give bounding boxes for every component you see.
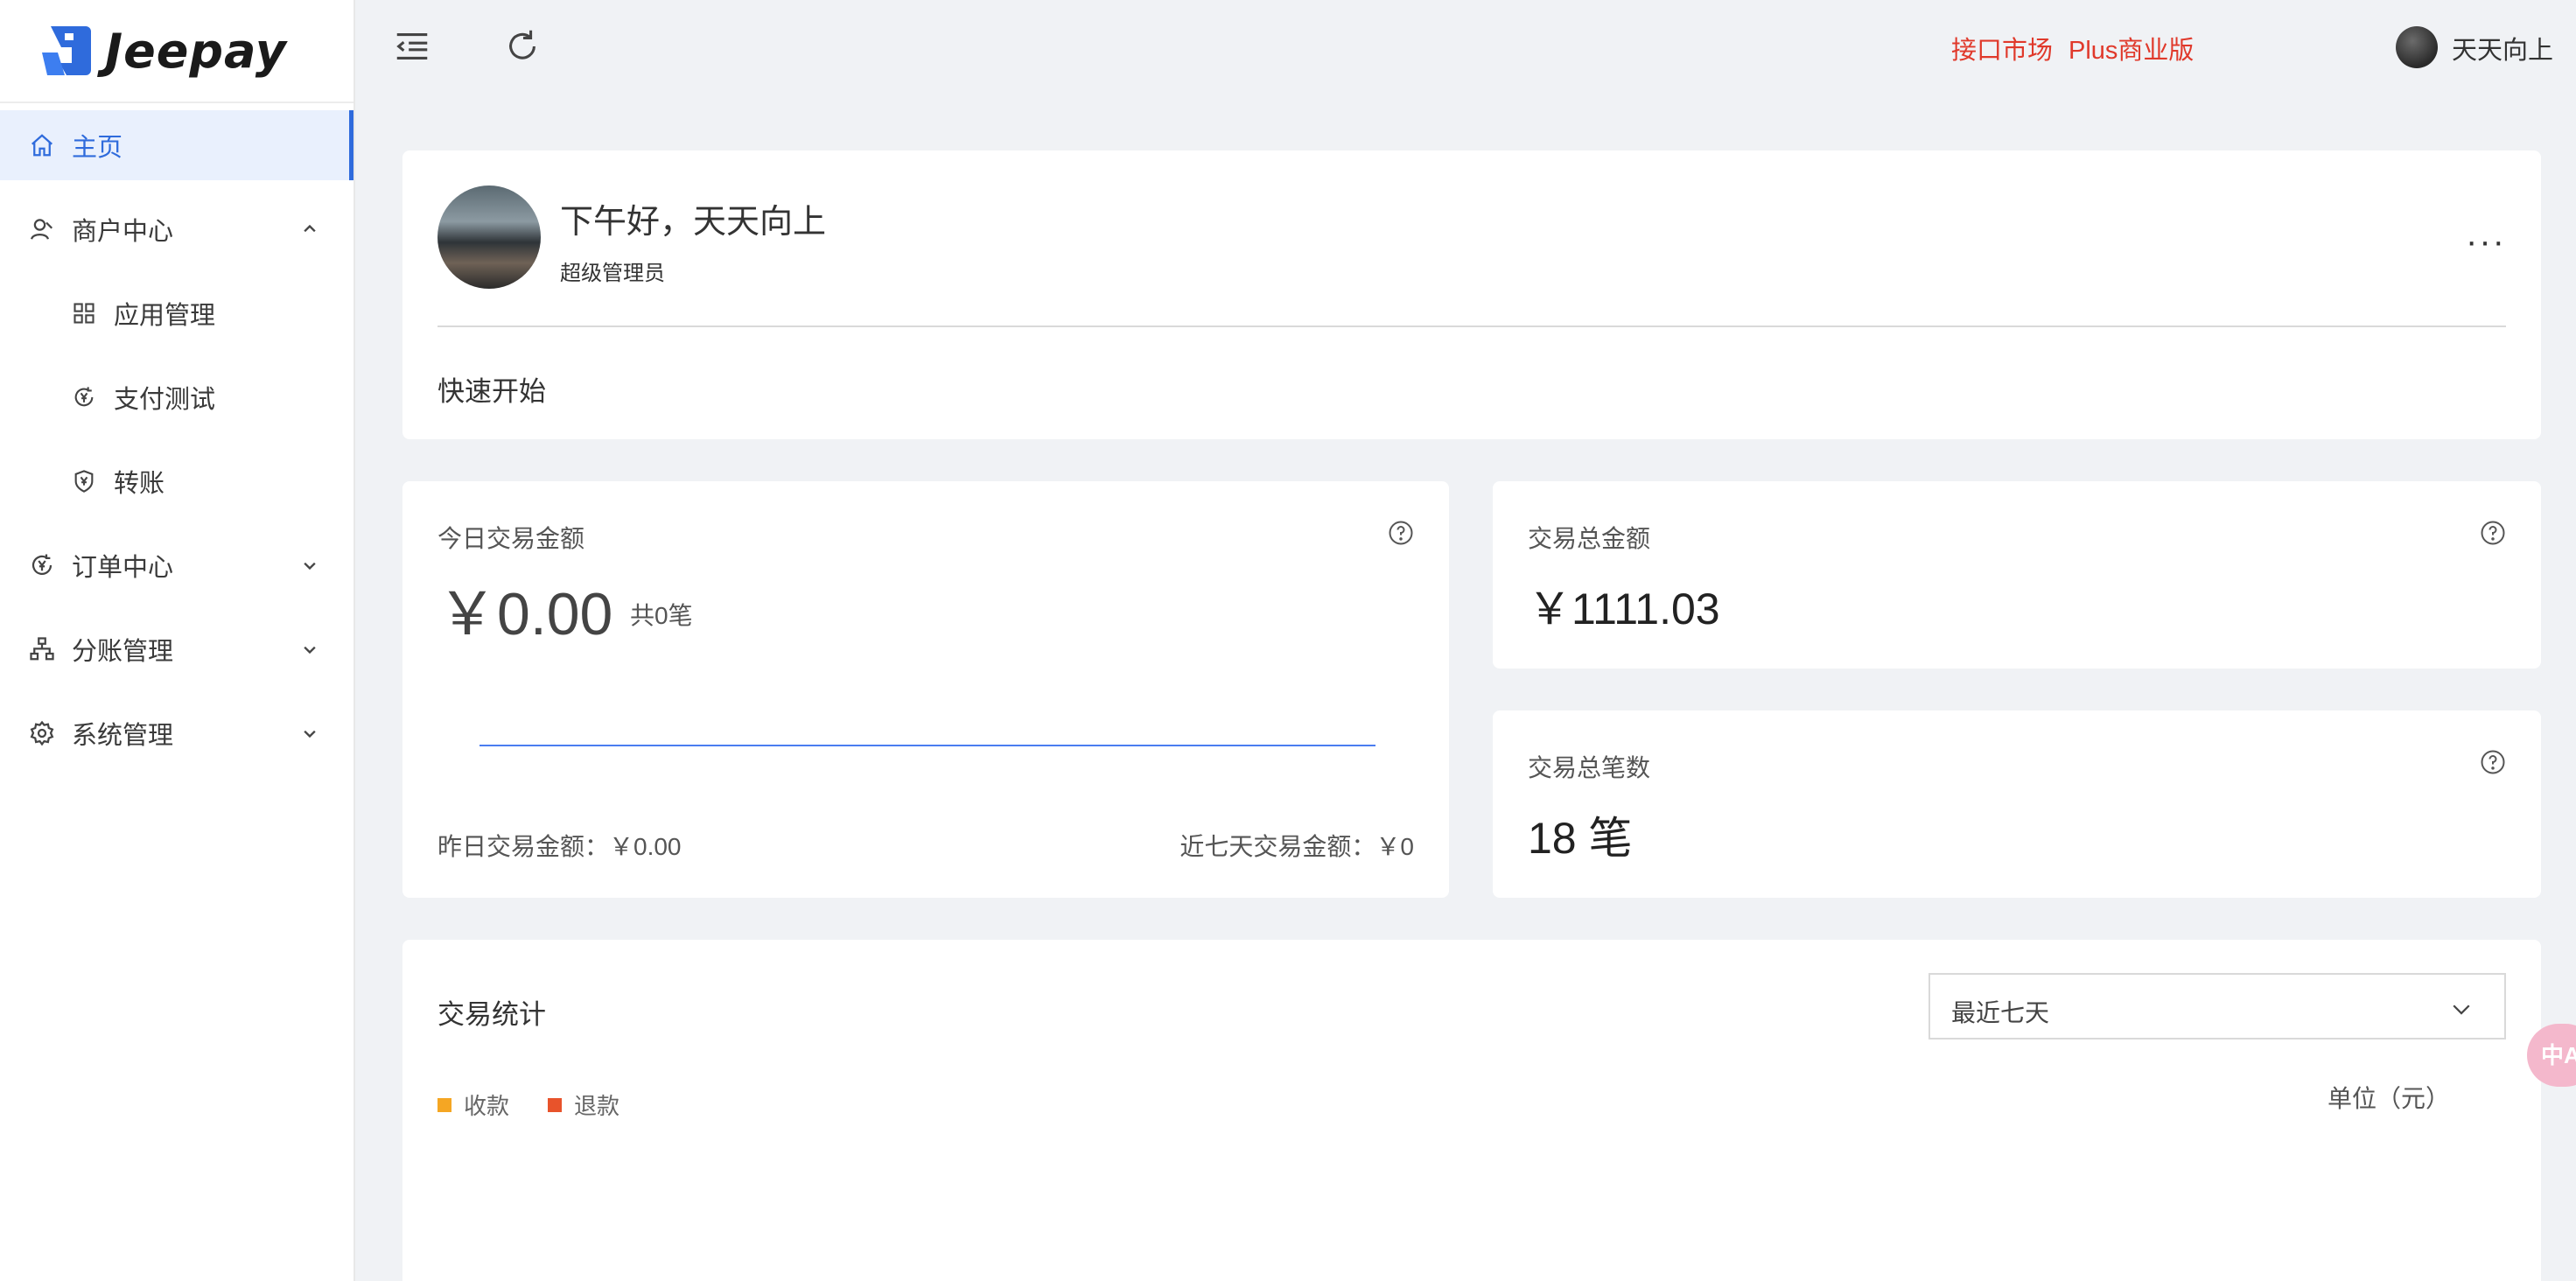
total-amount-card: 交易总金额 ￥1111.03 xyxy=(1493,481,2541,668)
total-amount-label: 交易总金额 xyxy=(1528,525,1651,552)
sidebar-item-label: 支付测试 xyxy=(114,386,216,414)
legend-entry-income[interactable]: 收款 xyxy=(438,1088,509,1121)
user-role: 超级管理员 xyxy=(560,262,665,285)
question-circle-icon[interactable] xyxy=(2480,520,2506,546)
yen-cycle-icon xyxy=(70,383,98,411)
more-icon[interactable]: ··· xyxy=(2466,224,2506,259)
divider xyxy=(438,326,2506,327)
stats-title: 交易统计 xyxy=(438,999,546,1030)
greeting-card: 下午好，天天向上 超级管理员 ··· 快速开始 xyxy=(402,150,2541,439)
unit-label: 单位（元） xyxy=(2328,1085,2451,1112)
question-circle-icon[interactable] xyxy=(1388,520,1414,546)
last-seven-days-amount: 近七天交易金额：￥0 xyxy=(1180,833,1414,860)
sidebar-item-payment-test[interactable]: 支付测试 xyxy=(0,362,354,432)
shield-yen-icon xyxy=(70,467,98,495)
transaction-stats-card: 交易统计 最近七天 收款 退款 单位（元） xyxy=(402,940,2541,1281)
chevron-down-icon xyxy=(2448,996,2474,1022)
today-amount-value: ￥0.00 xyxy=(438,581,613,648)
avatar[interactable] xyxy=(2396,26,2438,68)
question-circle-icon[interactable] xyxy=(2480,749,2506,775)
yesterday-amount: 昨日交易金额：￥0.00 xyxy=(438,833,682,860)
sidebar-item-label: 应用管理 xyxy=(114,302,216,330)
total-amount-value: ￥1111.03 xyxy=(1528,584,1720,634)
today-sparkline xyxy=(480,745,1376,746)
home-icon xyxy=(28,131,56,159)
sidebar-item-order-center[interactable]: 订单中心 xyxy=(0,530,354,600)
sidebar: Jeepay 主页 商户中心 应用管理 支付测试 转账 订单中心 分账管理 系统… xyxy=(0,0,355,1281)
logo-text: Jeepay xyxy=(105,23,287,79)
sidebar-item-split-management[interactable]: 分账管理 xyxy=(0,614,354,684)
sidebar-item-label: 订单中心 xyxy=(72,554,174,582)
gear-icon xyxy=(28,719,56,747)
quick-start-heading: 快速开始 xyxy=(438,376,546,407)
user-avatar xyxy=(438,186,541,289)
total-count-label: 交易总笔数 xyxy=(1528,754,1651,781)
sidebar-item-label: 主页 xyxy=(72,134,123,162)
chart-legend: 收款 退款 xyxy=(438,1088,658,1121)
sidebar-item-label: 转账 xyxy=(114,470,165,498)
topbar: 接口市场 Plus商业版 xyxy=(355,0,2576,94)
date-range-select[interactable]: 最近七天 xyxy=(1928,973,2506,1040)
sidebar-item-label: 系统管理 xyxy=(72,722,174,750)
sidebar-item-app-management[interactable]: 应用管理 xyxy=(0,278,354,348)
chevron-up-icon xyxy=(298,217,322,242)
chevron-down-icon xyxy=(298,637,322,662)
menu-fold-icon[interactable] xyxy=(392,26,432,66)
org-chart-icon xyxy=(28,635,56,663)
today-count: 共0笔 xyxy=(630,602,693,629)
total-count-value: 18 笔 xyxy=(1528,814,1633,863)
logo[interactable]: Jeepay xyxy=(0,0,354,103)
today-amount-card: 今日交易金额 ￥0.00 共0笔 昨日交易金额：￥0.00 近七天交易金额：￥0 xyxy=(402,481,1449,898)
sidebar-item-label: 分账管理 xyxy=(72,638,174,666)
chevron-down-icon xyxy=(298,553,322,578)
username[interactable]: 天天向上 xyxy=(2452,30,2553,66)
legend-label: 收款 xyxy=(464,1093,510,1119)
legend-label: 退款 xyxy=(574,1093,620,1119)
legend-swatch xyxy=(438,1097,452,1112)
greeting-title: 下午好，天天向上 xyxy=(560,204,827,241)
chevron-down-icon xyxy=(298,721,322,746)
api-market-link[interactable]: 接口市场 xyxy=(1951,30,2053,66)
date-range-value: 最近七天 xyxy=(1951,999,2050,1026)
sidebar-item-system-management[interactable]: 系统管理 xyxy=(0,698,354,768)
sidebar-item-home[interactable]: 主页 xyxy=(0,110,354,180)
grid-icon xyxy=(70,299,98,327)
jeepay-logo-icon xyxy=(42,26,91,75)
legend-entry-refund[interactable]: 退款 xyxy=(548,1088,620,1121)
refresh-icon[interactable] xyxy=(502,26,542,66)
yen-cycle-icon xyxy=(28,551,56,579)
sidebar-item-label: 商户中心 xyxy=(72,218,174,246)
today-amount-label: 今日交易金额 xyxy=(438,525,585,552)
plus-edition-link[interactable]: Plus商业版 xyxy=(2068,30,2194,66)
legend-swatch xyxy=(548,1097,563,1112)
sidebar-item-merchant-center[interactable]: 商户中心 xyxy=(0,194,354,264)
sidebar-item-transfer[interactable]: 转账 xyxy=(0,446,354,516)
user-icon xyxy=(28,215,56,243)
total-count-card: 交易总笔数 18 笔 xyxy=(1493,710,2541,898)
